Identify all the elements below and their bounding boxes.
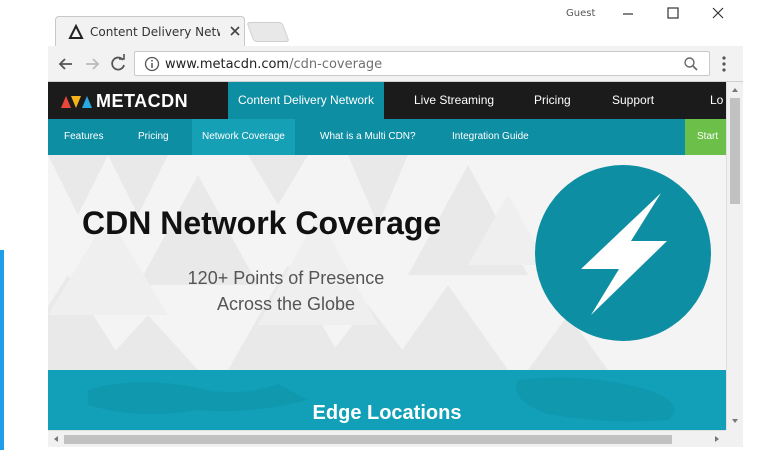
browser-toolbar: www.metacdn.com/cdn-coverage [48,46,743,82]
horizontal-scrollbar[interactable] [48,430,726,447]
metacdn-favicon-icon [68,24,84,39]
scroll-right-icon[interactable] [712,434,722,444]
address-bar[interactable]: www.metacdn.com/cdn-coverage [134,51,710,76]
subnav-features[interactable]: Features [64,119,103,155]
logo-text: METACDN [96,91,189,111]
subnav-network-coverage[interactable]: Network Coverage [192,119,295,155]
desktop-edge-strip [0,250,4,450]
scroll-down-icon[interactable] [730,416,740,426]
title-bar: Content Delivery Network Guest [48,0,743,46]
hero-title: CDN Network Coverage [82,205,442,241]
close-window-icon[interactable] [708,5,728,21]
scrollbar-corner [726,430,743,447]
browser-window: Content Delivery Network Guest [48,0,743,450]
site-top-nav: METACDN Content Delivery Network Live St… [48,82,726,119]
site-sub-nav: Features Pricing Network Coverage What i… [48,119,726,155]
nav-pricing[interactable]: Pricing [534,82,571,119]
nav-support[interactable]: Support [612,82,654,119]
maximize-icon[interactable] [663,5,683,21]
info-icon[interactable] [144,56,160,72]
metacdn-logo-icon [61,96,92,108]
subnav-pricing[interactable]: Pricing [138,119,169,155]
start-button[interactable]: Start [685,119,726,155]
tab-close-icon[interactable] [228,24,242,38]
tab-title: Content Delivery Network [90,25,220,39]
hero-subtitle-line1: 120+ Points of Presence [187,268,385,288]
lightning-badge [535,165,711,341]
zoom-icon[interactable] [683,56,699,72]
nav-live-streaming[interactable]: Live Streaming [414,82,494,119]
vertical-scrollbar[interactable] [726,82,743,430]
browser-tab[interactable]: Content Delivery Network [55,16,245,46]
url-text[interactable]: www.metacdn.com/cdn-coverage [165,57,382,72]
back-icon[interactable] [56,54,76,74]
hero-subtitle-line2: Across the Globe [216,294,356,314]
nav-login[interactable]: Lo [710,82,723,119]
minimize-icon[interactable] [618,5,638,21]
new-tab-button[interactable] [246,22,290,42]
scroll-up-icon[interactable] [730,85,740,95]
hero-subtitle: 120+ Points of Presence Across the Globe [166,265,406,317]
hero-section: CDN Network Coverage 120+ Points of Pres… [48,155,726,370]
vertical-scroll-thumb[interactable] [730,98,740,204]
url-domain: www.metacdn.com [165,57,290,72]
scroll-left-icon[interactable] [51,434,61,444]
menu-icon[interactable] [716,54,732,74]
horizontal-scroll-thumb[interactable] [64,435,672,444]
subnav-multi-cdn[interactable]: What is a Multi CDN? [320,119,416,155]
web-page: METACDN Content Delivery Network Live St… [48,82,726,430]
url-path: /cdn-coverage [289,57,383,72]
subnav-integration-guide[interactable]: Integration Guide [452,119,529,155]
lightning-bolt-icon [581,193,667,315]
edge-locations-title: Edge Locations [312,402,462,424]
profile-label[interactable]: Guest [566,8,595,19]
forward-icon[interactable] [82,54,102,74]
reload-icon[interactable] [108,54,128,74]
edge-locations-section: Edge Locations [48,370,726,430]
nav-content-delivery-network[interactable]: Content Delivery Network [228,82,385,119]
